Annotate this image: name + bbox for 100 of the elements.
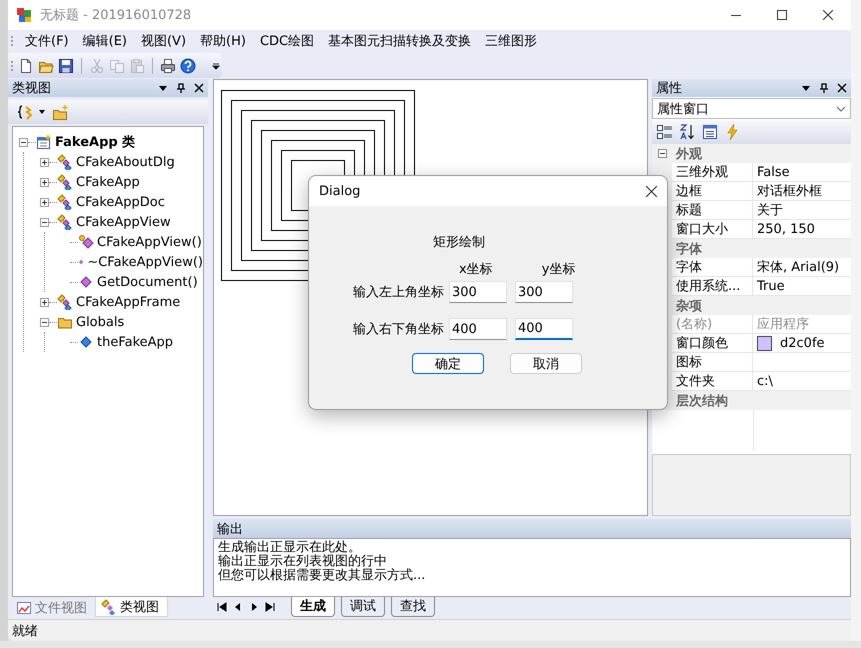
tree-item[interactable]: ~CFakeAppView() xyxy=(87,254,203,270)
property-name: 边框 xyxy=(672,182,753,201)
property-value[interactable]: True xyxy=(753,277,851,296)
property-name: 窗口大小 xyxy=(672,220,753,239)
property-name: 三维外观 xyxy=(672,163,753,182)
grip-icon xyxy=(10,58,14,72)
pane-title: 输出 xyxy=(217,520,243,538)
tree-item[interactable]: CFakeAppFrame xyxy=(76,294,180,310)
menu-item[interactable]: 编辑(E) xyxy=(76,32,134,50)
menu-item[interactable]: 三维图形 xyxy=(478,32,544,50)
property-name: (名称) xyxy=(672,315,753,334)
file-view-icon xyxy=(16,600,32,616)
collapse-icon[interactable] xyxy=(40,218,49,226)
close-icon[interactable] xyxy=(837,83,847,93)
class-icon xyxy=(57,214,73,230)
close-icon[interactable] xyxy=(823,10,833,20)
collapse-icon[interactable] xyxy=(658,149,666,158)
help-icon[interactable] xyxy=(180,58,196,74)
cancel-button[interactable]: 取消 xyxy=(510,353,582,374)
property-name: 窗口颜色 xyxy=(672,334,753,353)
property-value[interactable]: c:\ xyxy=(753,372,851,391)
tree-item[interactable]: CFakeAboutDlg xyxy=(76,154,175,170)
view-tab[interactable]: 文件视图 xyxy=(11,598,95,617)
category-label: 层次结构 xyxy=(674,392,729,410)
menu-item[interactable]: 帮助(H) xyxy=(193,32,253,50)
property-value[interactable]: 应用程序 xyxy=(753,315,851,334)
dropdown-icon[interactable] xyxy=(801,83,811,93)
dialog-heading: 矩形绘制 xyxy=(433,234,486,249)
property-name: 文件夹 xyxy=(672,372,753,391)
property-value[interactable]: 关于 xyxy=(753,201,851,220)
input-field[interactable]: 400 xyxy=(449,318,507,340)
class-icon xyxy=(101,598,117,614)
property-value[interactable]: 250, 150 xyxy=(753,220,851,239)
next-icon[interactable] xyxy=(249,602,259,612)
expand-icon[interactable] xyxy=(40,198,49,206)
printer-icon[interactable] xyxy=(160,58,176,74)
new-folder-icon[interactable] xyxy=(52,104,68,120)
window-title: 无标题 - 201916010728 xyxy=(40,7,192,24)
category-label: 杂项 xyxy=(675,298,703,315)
input-field[interactable]: 300 xyxy=(515,281,573,303)
maximize-icon[interactable] xyxy=(777,10,787,20)
tree-item[interactable]: Globals xyxy=(76,314,124,330)
property-value[interactable]: 宋体, Arial(9) xyxy=(753,258,851,277)
new-file-icon[interactable] xyxy=(18,58,34,74)
last-icon[interactable] xyxy=(265,602,275,612)
category-label: 字体 xyxy=(675,240,703,258)
collapse-icon[interactable] xyxy=(40,318,49,326)
menu-item[interactable]: 基本图元扫描转换及变换 xyxy=(321,32,478,50)
class-icon[interactable] xyxy=(18,104,32,120)
first-icon[interactable] xyxy=(217,602,227,612)
property-name: 使用系统... xyxy=(672,277,753,296)
expand-icon[interactable] xyxy=(40,298,49,306)
object-selector[interactable]: 属性窗口 xyxy=(652,98,851,119)
ok-button[interactable]: 确定 xyxy=(412,353,484,374)
view-tab[interactable]: 类视图 xyxy=(95,597,168,617)
dialog-title: Dialog xyxy=(319,184,362,198)
pin-icon[interactable] xyxy=(819,83,829,93)
output-tab[interactable]: 查找 xyxy=(391,596,435,616)
expand-icon[interactable] xyxy=(40,178,49,186)
input-field[interactable]: 300 xyxy=(449,281,507,303)
output-line: 输出正显示在列表视图的行中 xyxy=(218,555,388,569)
property-value[interactable]: False xyxy=(753,163,851,182)
overflow-chevron-icon[interactable] xyxy=(212,60,220,70)
property-name: 字体 xyxy=(672,258,753,277)
chevron-icon xyxy=(836,106,846,112)
output-tab[interactable]: 生成 xyxy=(291,596,335,616)
lightning-icon[interactable] xyxy=(725,124,739,140)
output-tab[interactable]: 调试 xyxy=(341,596,385,616)
sort-alphabetical-icon[interactable] xyxy=(680,124,695,140)
tree-item[interactable]: theFakeApp xyxy=(97,334,174,350)
tree-item[interactable]: GetDocument() xyxy=(97,274,198,290)
property-pages-icon[interactable] xyxy=(702,124,718,140)
category-label: 外观 xyxy=(674,146,703,163)
collapse-icon[interactable] xyxy=(19,138,28,146)
menu-item[interactable]: CDC绘图 xyxy=(252,32,322,50)
tree-item[interactable]: CFakeAppView() xyxy=(97,234,202,250)
class-icon xyxy=(57,174,73,190)
class-icon xyxy=(57,194,73,210)
close-icon[interactable] xyxy=(646,186,657,196)
tree-item[interactable]: CFakeAppDoc xyxy=(76,194,165,210)
caret-icon[interactable] xyxy=(39,110,45,114)
status-text: 就绪 xyxy=(12,622,38,640)
menu-item[interactable]: 文件(F) xyxy=(18,32,76,50)
column-label: x坐标 xyxy=(459,261,493,276)
input-field[interactable]: 400 xyxy=(515,318,573,340)
categorized-icon[interactable] xyxy=(657,124,673,140)
previous-icon[interactable] xyxy=(233,602,243,612)
expand-icon[interactable] xyxy=(40,158,49,166)
property-name: 标题 xyxy=(672,201,753,220)
tree-item[interactable]: FakeApp 类 xyxy=(55,133,136,151)
close-icon[interactable] xyxy=(194,83,204,93)
pin-icon[interactable] xyxy=(176,83,186,93)
output-line: 但您可以根据需要更改其显示方式... xyxy=(218,569,426,583)
dropdown-icon[interactable] xyxy=(158,83,168,93)
method-icon xyxy=(78,234,94,250)
tree-item[interactable]: CFakeAppView xyxy=(76,214,171,230)
menu-item[interactable]: 视图(V) xyxy=(134,32,194,50)
variable-icon xyxy=(78,334,94,350)
property-value[interactable]: 对话框外框 xyxy=(753,182,851,201)
tree-item[interactable]: CFakeApp xyxy=(76,174,140,190)
